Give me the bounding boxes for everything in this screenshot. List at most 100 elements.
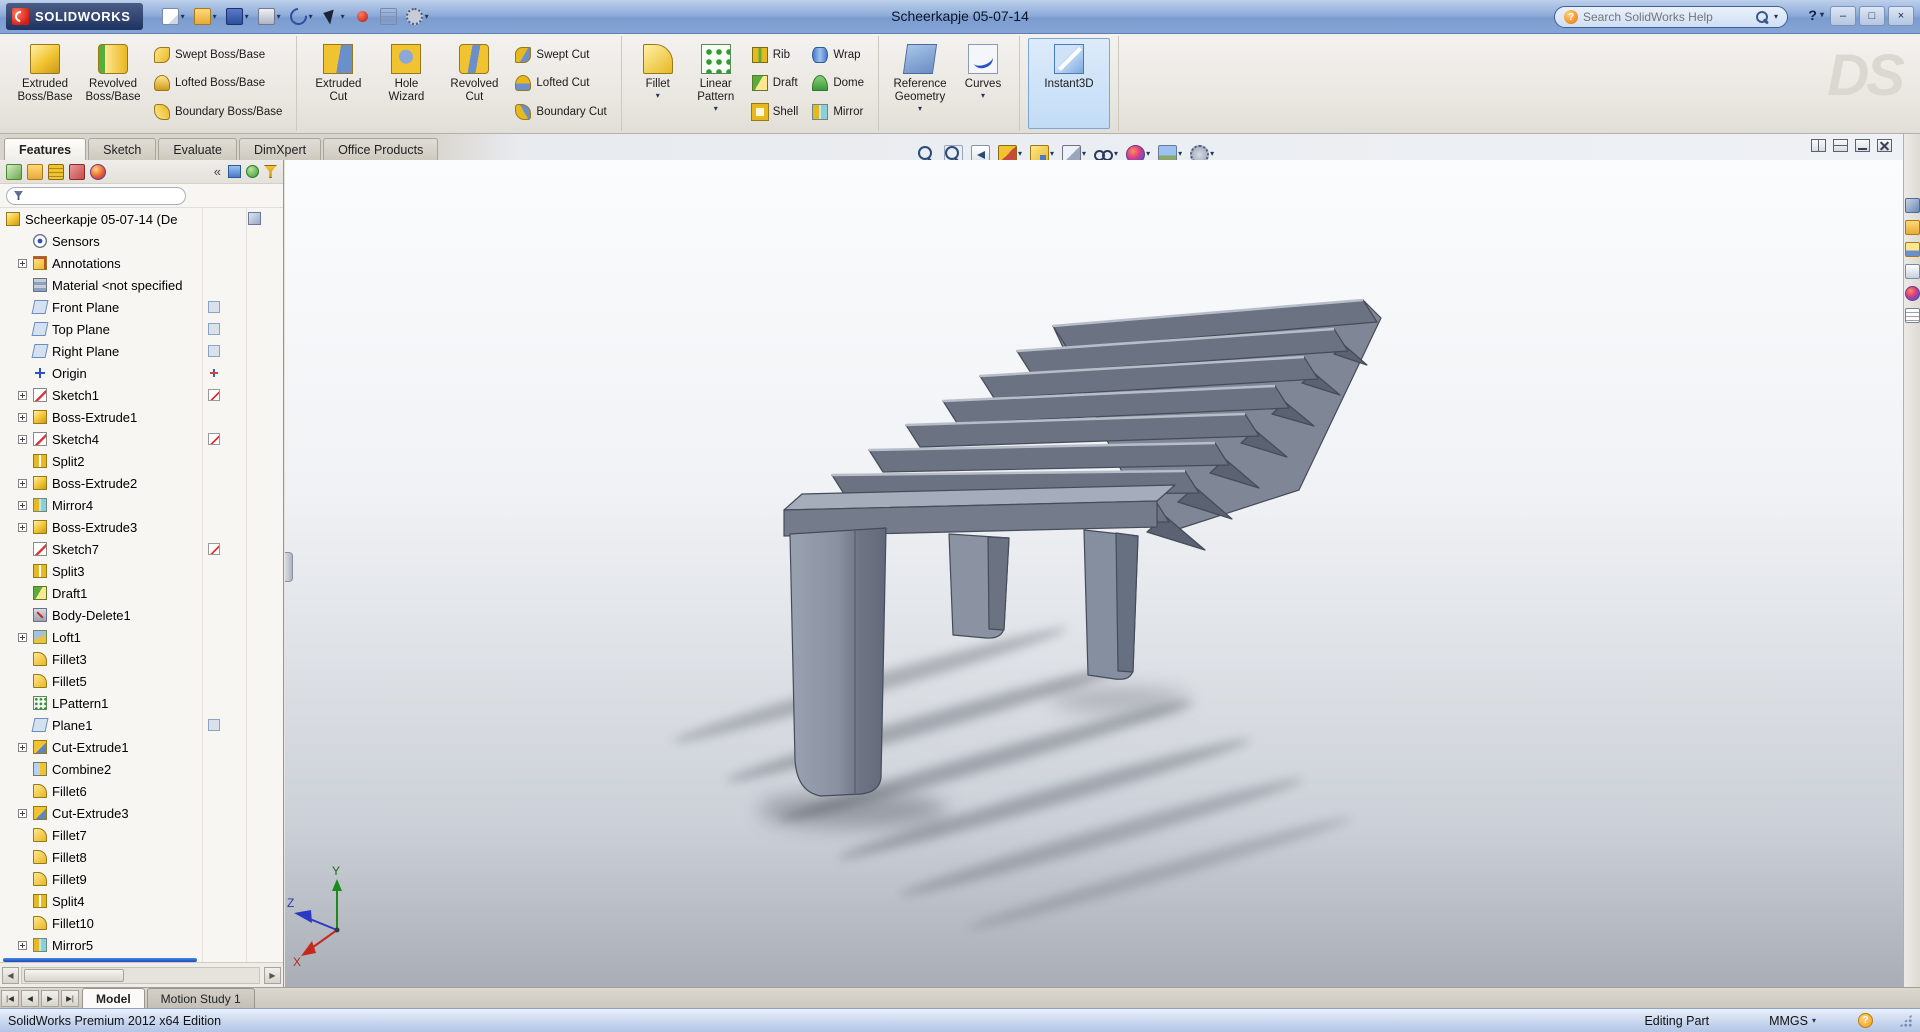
lofted-cut-button[interactable]: Lofted Cut	[511, 74, 610, 92]
tile-pane-icon[interactable]	[1833, 139, 1848, 152]
expand-toggle-icon[interactable]	[18, 940, 27, 950]
expand-toggle-icon[interactable]	[18, 412, 27, 422]
tree-horizontal-scrollbar[interactable]: ◀ ▶	[0, 962, 283, 987]
tree-item-front-plane[interactable]: Front Plane	[0, 296, 283, 318]
wrap-button[interactable]: Wrap	[808, 46, 868, 64]
expand-toggle-icon[interactable]	[18, 500, 27, 510]
tree-item-fillet10[interactable]: Fillet10	[0, 912, 283, 934]
model-3d[interactable]	[783, 298, 1382, 797]
scroll-left-icon[interactable]: ◀	[2, 966, 19, 984]
dropdown-caret-icon[interactable]: ▾	[181, 12, 185, 21]
expand-toggle-icon[interactable]	[18, 390, 27, 400]
displaymanager-icon[interactable]	[90, 163, 106, 180]
featuremanager-design-tree-icon[interactable]	[6, 163, 22, 180]
maximize-button[interactable]: □	[1859, 6, 1885, 26]
dropdown-caret-icon[interactable]: ▾	[245, 12, 249, 21]
select-button[interactable]: ▾	[319, 7, 348, 26]
graphics-area[interactable]: Y X Z	[285, 160, 1903, 987]
dropdown-caret-icon[interactable]: ▾	[918, 105, 922, 113]
revolved-boss-base-button[interactable]: Revolved Boss/Base	[80, 38, 146, 129]
expand-toggle-icon[interactable]	[18, 258, 27, 268]
tree-item-boss-extrude3[interactable]: Boss-Extrude3	[0, 516, 283, 538]
rib-button[interactable]: Rib	[748, 46, 803, 64]
tree-filter-box[interactable]	[6, 186, 186, 205]
tree-item-boss-extrude1[interactable]: Boss-Extrude1	[0, 406, 283, 428]
tree-item-fillet5[interactable]: Fillet5	[0, 670, 283, 692]
dropdown-caret-icon[interactable]: ▾	[1114, 150, 1118, 158]
dropdown-caret-icon[interactable]: ▾	[656, 92, 660, 100]
mirror-button[interactable]: Mirror	[808, 103, 868, 121]
study-nav-0-button[interactable]: |◀	[1, 990, 19, 1007]
close-button[interactable]: ×	[1888, 6, 1914, 26]
tree-item-cut-extrude3[interactable]: Cut-Extrude3	[0, 802, 283, 824]
tab-office-products[interactable]: Office Products	[323, 138, 439, 160]
tab-sketch[interactable]: Sketch	[88, 138, 157, 160]
lofted-boss-base-button[interactable]: Lofted Boss/Base	[150, 74, 286, 92]
close-frame-icon[interactable]	[1877, 139, 1892, 152]
tree-item-sketch1[interactable]: Sketch1	[0, 384, 283, 406]
study-nav-3-button[interactable]: ▶|	[61, 990, 79, 1007]
tree-item-loft1[interactable]: Loft1	[0, 626, 283, 648]
graphics-canvas[interactable]: Y X Z	[285, 160, 1903, 987]
tree-item-fillet7[interactable]: Fillet7	[0, 824, 283, 846]
tree-item-lpattern1[interactable]: LPattern1	[0, 692, 283, 714]
collapse-panel-button[interactable]: «	[212, 164, 223, 179]
design-library-icon[interactable]	[1904, 220, 1920, 235]
expand-toggle-icon[interactable]	[18, 434, 27, 444]
tree-item-cut-extrude1[interactable]: Cut-Extrude1	[0, 736, 283, 758]
configurationmanager-icon[interactable]	[48, 163, 64, 180]
expand-toggle-icon[interactable]	[18, 478, 27, 488]
swept-boss-base-button[interactable]: Swept Boss/Base	[150, 46, 286, 64]
dropdown-caret-icon[interactable]: ▾	[1210, 150, 1214, 158]
boundary-boss-base-button[interactable]: Boundary Boss/Base	[150, 103, 286, 121]
reference-geometry-button[interactable]: Reference Geometry ▾	[887, 38, 953, 129]
study-nav-2-button[interactable]: ▶	[41, 990, 59, 1007]
dropdown-caret-icon[interactable]: ▾	[1050, 150, 1054, 158]
propertymanager-icon[interactable]	[27, 163, 43, 180]
tree-item-origin[interactable]: Origin	[0, 362, 283, 384]
scroll-right-icon[interactable]: ▶	[264, 966, 281, 984]
tree-item-annotations[interactable]: Annotations	[0, 252, 283, 274]
undo-button[interactable]: ▾	[286, 4, 316, 29]
expand-toggle-icon[interactable]	[18, 522, 27, 532]
extruded-boss-base-button[interactable]: Extruded Boss/Base	[12, 38, 78, 129]
tree-item-plane1[interactable]: Plane1	[0, 714, 283, 736]
options-button[interactable]: ▾	[403, 6, 432, 27]
help-menu[interactable]: ? ▾	[1808, 7, 1824, 23]
new-document-button[interactable]: ▾	[159, 6, 188, 27]
help-icon[interactable]: ?	[1808, 7, 1817, 23]
dropdown-caret-icon[interactable]: ▾	[1178, 150, 1182, 158]
tab-evaluate[interactable]: Evaluate	[158, 138, 237, 160]
status-help-icon[interactable]: ?	[1858, 1013, 1873, 1028]
instant3d-button[interactable]: Instant3D	[1028, 38, 1110, 129]
tree-item-fillet9[interactable]: Fillet9	[0, 868, 283, 890]
scrollbar-thumb[interactable]	[24, 968, 124, 982]
dropdown-caret-icon[interactable]: ▾	[1146, 150, 1150, 158]
help-search-box[interactable]: ? ▾	[1554, 6, 1788, 28]
tree-filter-input[interactable]	[27, 189, 178, 202]
tree-item-draft1[interactable]: Draft1	[0, 582, 283, 604]
dropdown-caret-icon[interactable]: ▾	[425, 12, 429, 21]
tree-item-split3[interactable]: Split3	[0, 560, 283, 582]
dropdown-caret-icon[interactable]: ▾	[1018, 150, 1022, 158]
expand-toggle-icon[interactable]	[18, 742, 27, 752]
dropdown-caret-icon[interactable]: ▾	[341, 12, 345, 21]
tree-filter-icon[interactable]	[264, 165, 277, 178]
minimize-frame-icon[interactable]	[1855, 139, 1870, 152]
dropdown-caret-icon[interactable]: ▾	[277, 12, 281, 21]
tree-item-mirror4[interactable]: Mirror4	[0, 494, 283, 516]
tree-item-right-plane[interactable]: Right Plane	[0, 340, 283, 362]
record-macro-button[interactable]	[351, 6, 374, 27]
file-properties-button[interactable]	[377, 6, 400, 27]
tree-item-sketch4[interactable]: Sketch4	[0, 428, 283, 450]
tree-item-fillet3[interactable]: Fillet3	[0, 648, 283, 670]
tree-item-top-plane[interactable]: Top Plane	[0, 318, 283, 340]
featuretree-flyout-handle[interactable]	[285, 552, 293, 582]
revolved-cut-button[interactable]: Revolved Cut	[441, 38, 507, 129]
appearances-scenes-icon[interactable]	[1904, 286, 1920, 301]
boundary-cut-button[interactable]: Boundary Cut	[511, 103, 610, 121]
tree-item-sensors[interactable]: Sensors	[0, 230, 283, 252]
dome-button[interactable]: Dome	[808, 74, 868, 92]
dimxpertmanager-icon[interactable]	[69, 163, 85, 180]
app-menu-button[interactable]: SOLIDWORKS	[6, 3, 143, 30]
